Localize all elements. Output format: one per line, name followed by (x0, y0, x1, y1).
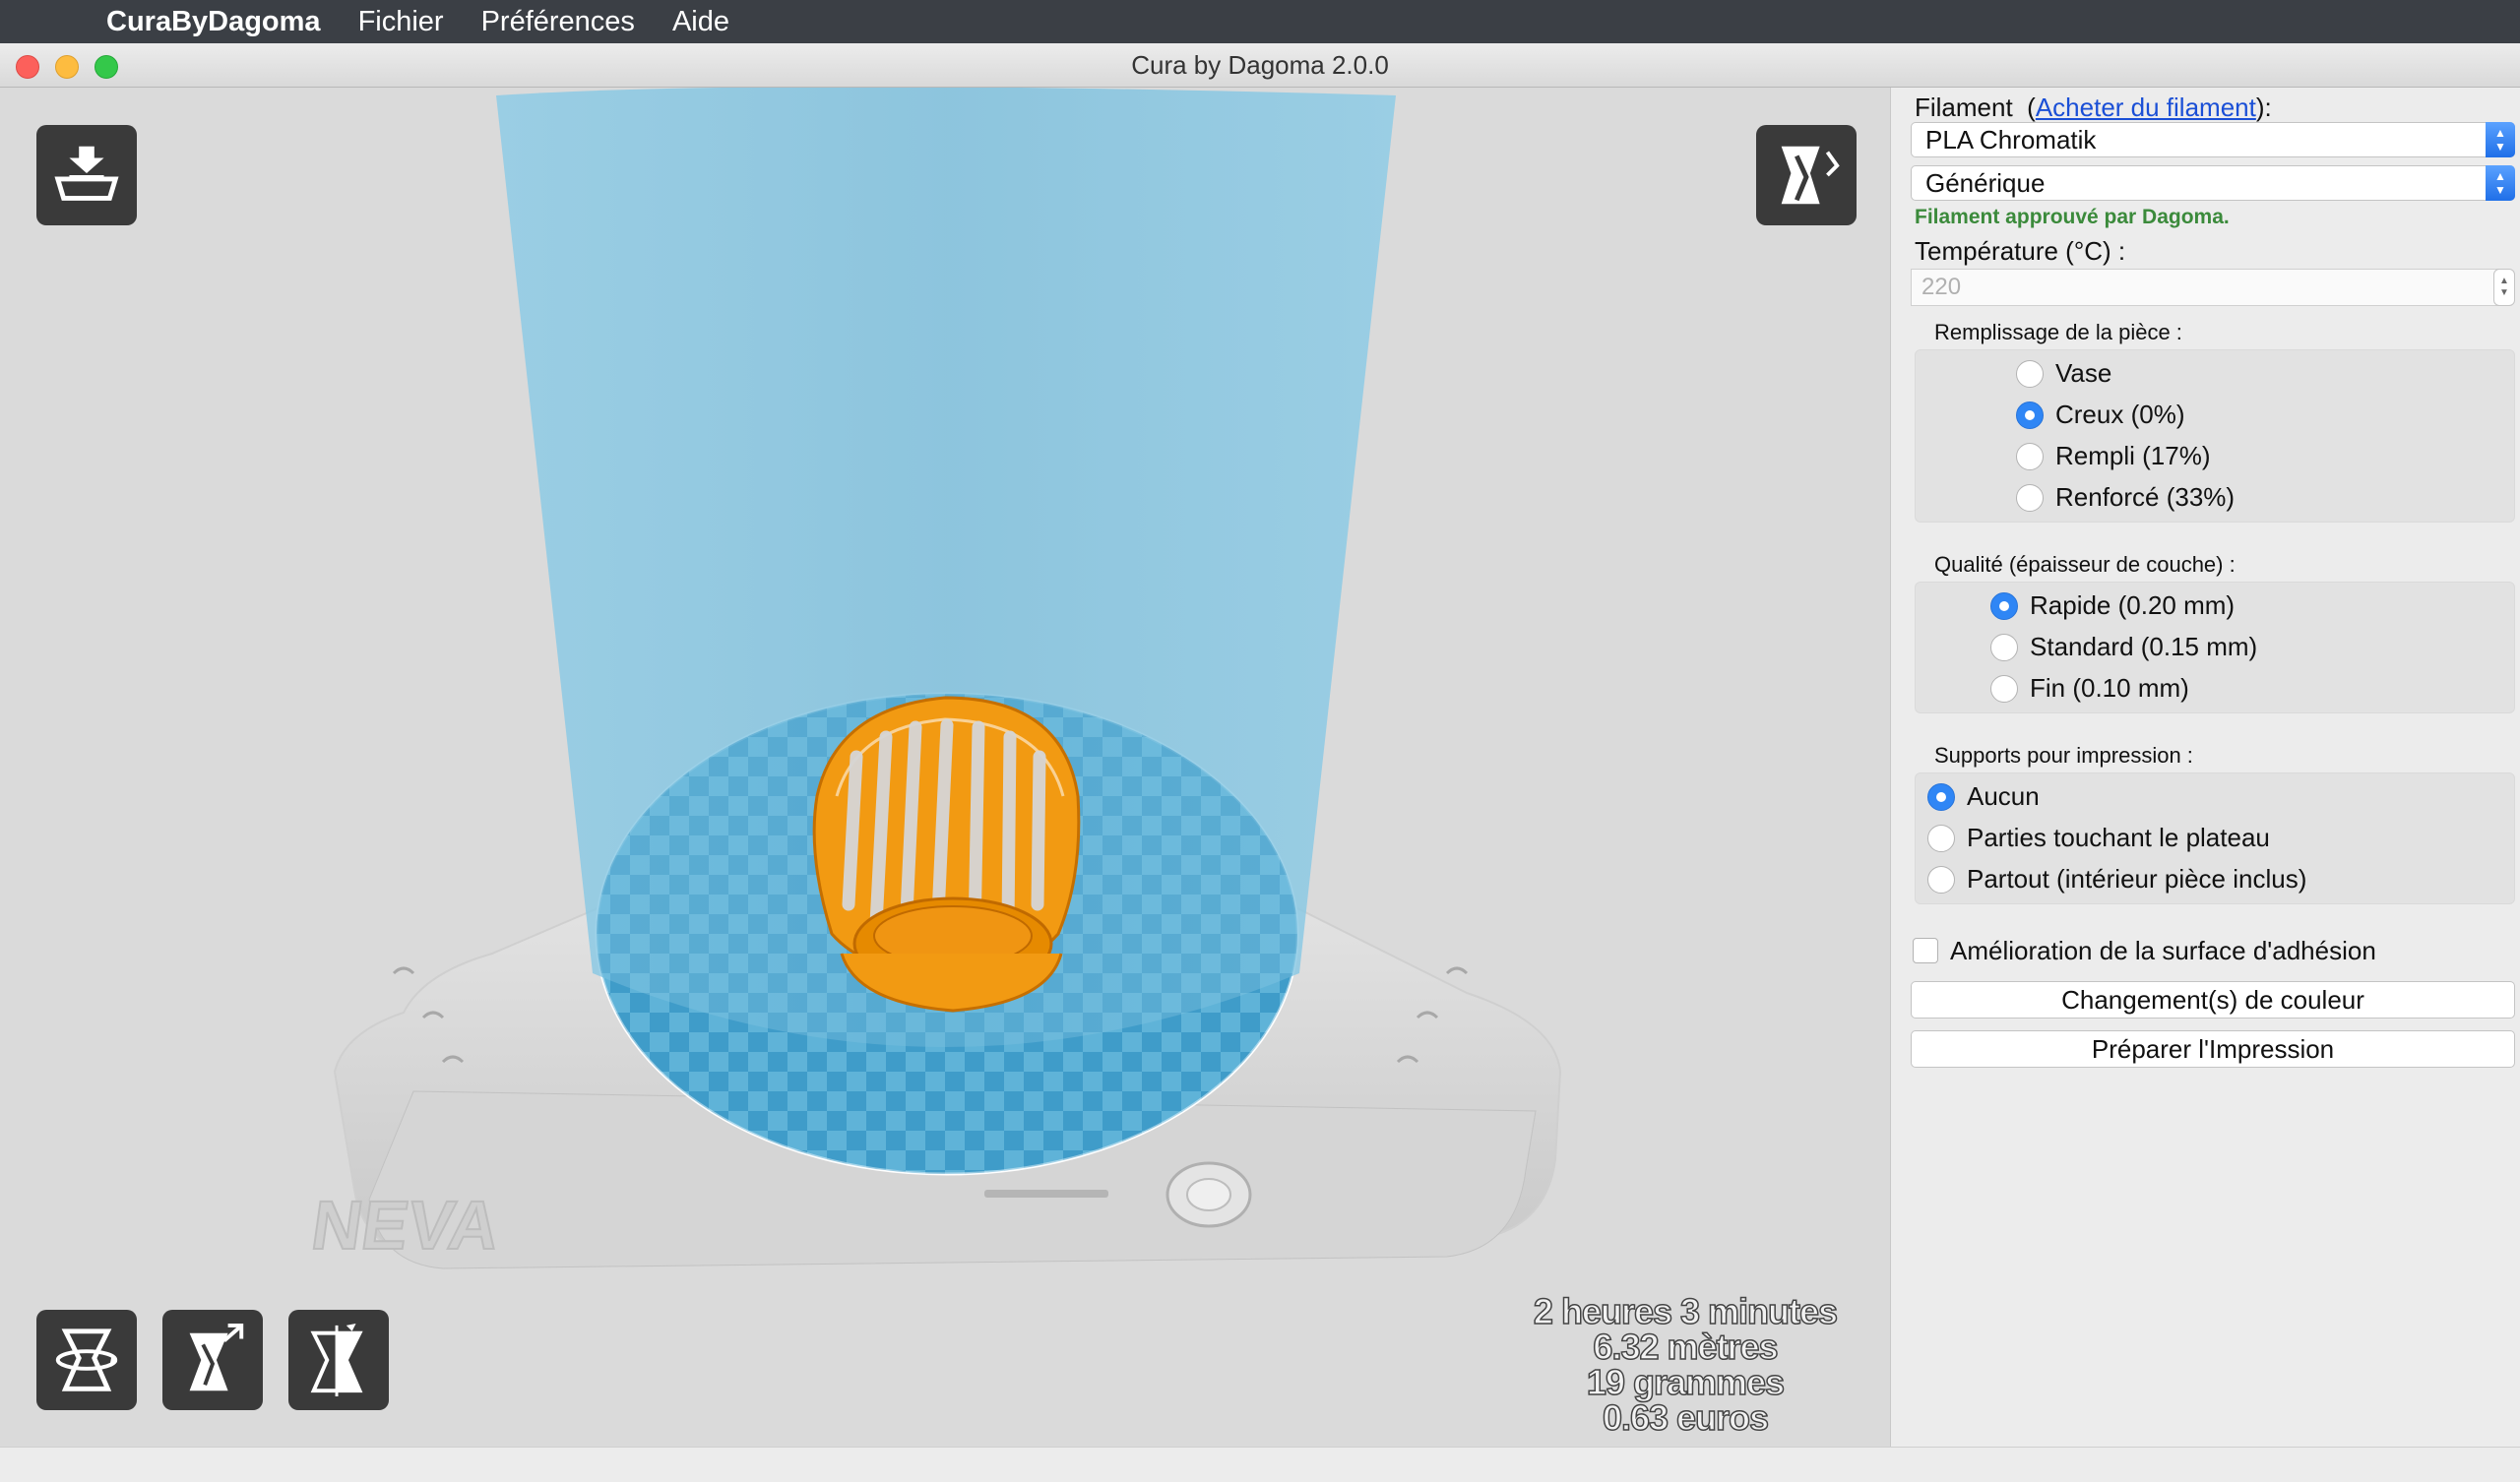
filament-approved-text: Filament approuvé par Dagoma. (1915, 206, 2230, 228)
fill-option-vase[interactable]: Vase (2016, 358, 2111, 389)
quality-option-standard[interactable]: Standard (0.15 mm) (1990, 632, 2257, 662)
load-model-icon (54, 146, 119, 201)
radio-icon (1990, 674, 2018, 703)
fill-option-rempli[interactable]: Rempli (17%) (2016, 441, 2211, 471)
quality-option-rapide[interactable]: Rapide (0.20 mm) (1990, 590, 2235, 621)
radio-icon (2016, 442, 2044, 470)
menu-bar: CuraByDagoma Fichier Préférences Aide (0, 0, 2520, 43)
view-mode-icon (1781, 146, 1840, 205)
select-arrows-icon: ▲ ▼ (2486, 122, 2515, 157)
supports-group-title: Supports pour impression : (1934, 743, 2193, 768)
filament-type-select[interactable]: PLA Chromatik ▲ ▼ (1911, 122, 2515, 157)
filament-header: Filament (Acheter du filament): (1915, 93, 2272, 123)
filament-color-value: Générique (1925, 167, 2046, 198)
supports-option-aucun[interactable]: Aucun (1927, 781, 2040, 812)
adhesion-label: Amélioration de la surface d'adhésion (1950, 936, 2376, 965)
print-cost: 0.63 euros (1602, 1397, 1770, 1438)
scale-icon (189, 1323, 244, 1391)
menu-aide[interactable]: Aide (672, 6, 729, 38)
radio-icon (2016, 359, 2044, 388)
supports-group: Aucun Parties touchant le plateau Partou… (1915, 772, 2515, 904)
quality-option-label: Standard (0.15 mm) (2030, 632, 2258, 661)
fill-group: Vase Creux (0%) Rempli (17%) Renforcé (3… (1915, 349, 2515, 523)
supports-option-label: Partout (intérieur pièce inclus) (1967, 864, 2307, 894)
3d-viewport[interactable]: NEVA 2 heures 3 minutes 6.32 mètres 19 g… (0, 88, 1890, 1447)
fill-option-label: Creux (0%) (2055, 400, 2185, 429)
filament-paren-close: ): (2255, 93, 2272, 122)
adhesion-checkbox[interactable] (1913, 938, 1938, 963)
filament-paren-open: ( (2027, 93, 2036, 122)
fill-option-label: Rempli (17%) (2055, 441, 2211, 470)
select-arrows-icon: ▲ ▼ (2486, 165, 2515, 201)
app-menu[interactable]: CuraByDagoma (106, 6, 321, 38)
mirror-button[interactable] (288, 1310, 389, 1410)
rotate-icon (55, 1328, 118, 1391)
view-mode-button[interactable] (1756, 125, 1857, 225)
quality-group-title: Qualité (épaisseur de couche) : (1934, 552, 2236, 577)
filament-color-select[interactable]: Générique ▲ ▼ (1911, 165, 2515, 201)
radio-selected-icon (2016, 401, 2044, 429)
fill-option-renforce[interactable]: Renforcé (33%) (2016, 482, 2235, 513)
minimize-window-button[interactable] (55, 55, 79, 79)
printer-scene: NEVA (306, 88, 1562, 1269)
settings-panel: Filament (Acheter du filament): PLA Chro… (1890, 88, 2520, 1447)
close-window-button[interactable] (16, 55, 39, 79)
filament-label: Filament (1915, 93, 2013, 122)
quality-option-label: Rapide (0.20 mm) (2030, 590, 2236, 620)
fill-option-label: Vase (2055, 358, 2112, 388)
window-title-bar: Cura by Dagoma 2.0.0 (0, 43, 2520, 88)
supports-option-label: Parties touchant le plateau (1967, 823, 2270, 852)
3d-model[interactable] (812, 696, 1081, 1013)
scale-button[interactable] (162, 1310, 263, 1410)
radio-selected-icon (1990, 591, 2018, 620)
filament-length: 6.32 mètres (1593, 1327, 1780, 1367)
quality-option-label: Fin (0.10 mm) (2030, 673, 2189, 703)
filament-type-value: PLA Chromatik (1925, 124, 2097, 154)
window-title: Cura by Dagoma 2.0.0 (1131, 49, 1389, 80)
prepare-print-button[interactable]: Préparer l'Impression (1911, 1030, 2515, 1068)
fill-option-label: Renforcé (33%) (2055, 482, 2236, 512)
window-controls (16, 55, 118, 79)
supports-option-plateau[interactable]: Parties touchant le plateau (1927, 823, 2270, 853)
radio-icon (1927, 824, 1955, 852)
status-bar (0, 1447, 2520, 1482)
menu-fichier[interactable]: Fichier (358, 6, 444, 38)
fill-option-creux[interactable]: Creux (0%) (2016, 400, 2184, 430)
color-change-button[interactable]: Changement(s) de couleur (1911, 981, 2515, 1019)
radio-icon (2016, 483, 2044, 512)
maximize-window-button[interactable] (94, 55, 118, 79)
fill-group-title: Remplissage de la pièce : (1934, 320, 2182, 344)
temperature-stepper[interactable]: ▲ ▼ (2493, 269, 2515, 306)
quality-group: Rapide (0.20 mm) Standard (0.15 mm) Fin … (1915, 582, 2515, 713)
menu-preferences[interactable]: Préférences (481, 6, 635, 38)
radio-selected-icon (1927, 782, 1955, 811)
radio-icon (1990, 633, 2018, 661)
print-time: 2 heures 3 minutes (1533, 1291, 1839, 1331)
quality-option-fin[interactable]: Fin (0.10 mm) (1990, 673, 2189, 704)
print-stats: 2 heures 3 minutes 6.32 mètres 19 gramme… (1488, 1291, 1882, 1438)
mirror-icon (310, 1323, 363, 1397)
supports-option-label: Aucun (1967, 781, 2040, 811)
buy-filament-link[interactable]: Acheter du filament (2036, 93, 2256, 122)
radio-icon (1927, 865, 1955, 894)
rotate-button[interactable] (36, 1310, 137, 1410)
load-model-button[interactable] (36, 125, 137, 225)
supports-option-partout[interactable]: Partout (intérieur pièce inclus) (1927, 864, 2306, 895)
temperature-input[interactable]: 220 (1911, 269, 2507, 306)
printer-brand-text: NEVA (307, 1186, 504, 1264)
filament-weight: 19 grammes (1586, 1362, 1786, 1402)
temperature-label: Température (°C) : (1915, 236, 2126, 266)
